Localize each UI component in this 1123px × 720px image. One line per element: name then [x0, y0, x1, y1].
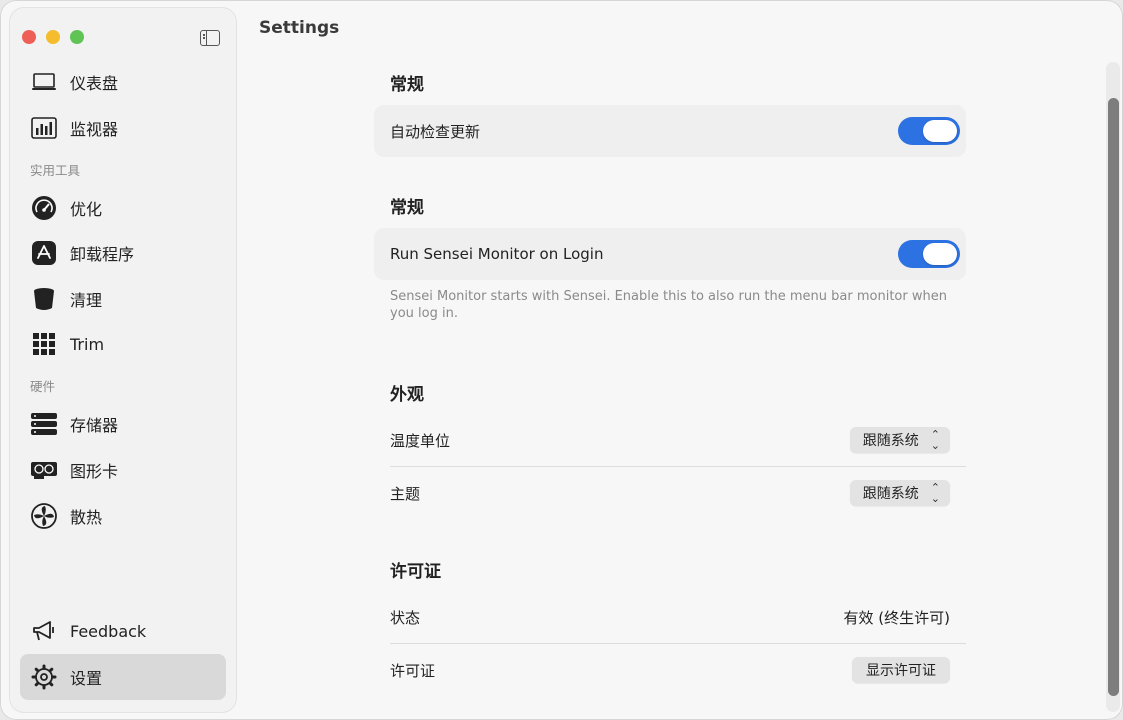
temp-unit-label: 温度单位 [390, 431, 451, 450]
temp-unit-value: 跟随系统 [862, 433, 919, 449]
megaphone-icon [30, 617, 58, 645]
sidebar-item-label: 卸载程序 [70, 245, 135, 264]
sidebar-item-storage[interactable]: 存储器 [20, 401, 226, 447]
group-title-general-2: 常规 [390, 198, 424, 218]
gear-icon [30, 663, 58, 691]
fan-icon [30, 502, 58, 530]
run-on-login-row: Run Sensei Monitor on Login [390, 228, 966, 280]
sidebar-item-dashboard[interactable]: 仪表盘 [20, 59, 226, 105]
theme-select[interactable]: 跟随系统 ⌃ ⌄ [849, 480, 950, 506]
zoom-button[interactable] [70, 30, 84, 44]
minimize-button[interactable] [46, 30, 60, 44]
close-button[interactable] [22, 30, 36, 44]
section-label-hardware: 硬件 [30, 379, 56, 394]
bin-icon [30, 285, 58, 313]
sidebar-item-label: 图形卡 [70, 462, 119, 481]
license-status-label: 状态 [390, 608, 421, 627]
sidebar-item-trim[interactable]: Trim [20, 321, 226, 367]
updown-chevron-icon: ⌃ ⌄ [930, 428, 940, 452]
license-label: 许可证 [390, 661, 436, 680]
temp-unit-row: 温度单位 跟随系统 ⌃ ⌄ [390, 414, 966, 466]
sidebar-item-clean[interactable]: 清理 [20, 276, 226, 322]
gpu-icon [30, 456, 58, 484]
group-title-license: 许可证 [390, 562, 441, 582]
section-label-tools: 实用工具 [30, 163, 81, 178]
group-title-appearance: 外观 [390, 385, 424, 405]
sidebar-item-monitor[interactable]: 监视器 [20, 105, 226, 151]
sidebar-item-label: 设置 [70, 669, 103, 688]
updown-chevron-icon: ⌃ ⌄ [930, 481, 940, 505]
sidebar: 仪表盘 监视器 实用工具 优化 卸载程序 清理 Trim 硬件 存储器 图形卡 … [10, 8, 236, 712]
storage-icon [30, 410, 58, 438]
license-status-row: 状态 有效 (终生许可) [390, 591, 966, 643]
temp-unit-select[interactable]: 跟随系统 ⌃ ⌄ [849, 427, 950, 453]
laptop-icon [30, 68, 58, 96]
sidebar-item-label: Feedback [70, 621, 147, 641]
theme-label: 主题 [390, 484, 421, 503]
app-store-icon [30, 239, 58, 267]
sidebar-item-label: 仪表盘 [70, 74, 119, 93]
sidebar-toggle-icon[interactable] [200, 30, 220, 46]
sidebar-item-settings[interactable]: 设置 [20, 654, 226, 700]
grid-icon [30, 330, 58, 358]
sidebar-item-uninstaller[interactable]: 卸载程序 [20, 230, 226, 276]
sidebar-item-label: 监视器 [70, 120, 119, 139]
sidebar-item-label: 存储器 [70, 416, 119, 435]
sidebar-item-feedback[interactable]: Feedback [20, 608, 226, 654]
run-on-login-label: Run Sensei Monitor on Login [390, 245, 604, 263]
run-on-login-description: Sensei Monitor starts with Sensei. Enabl… [390, 289, 947, 321]
license-status-value: 有效 (终生许可) [843, 608, 950, 627]
chart-icon [30, 114, 58, 142]
license-row: 许可证 显示许可证 [390, 644, 966, 696]
sidebar-item-label: 散热 [70, 508, 103, 527]
theme-value: 跟随系统 [862, 486, 919, 502]
sidebar-item-label: Trim [70, 334, 105, 354]
sidebar-item-label: 清理 [70, 291, 103, 310]
sidebar-item-label: 优化 [70, 200, 103, 219]
gauge-icon [30, 194, 58, 222]
page-title: Settings [259, 18, 340, 38]
window-controls [22, 30, 84, 44]
group-title-general: 常规 [390, 75, 424, 95]
sidebar-item-cooling[interactable]: 散热 [20, 493, 226, 539]
sidebar-item-gpu[interactable]: 图形卡 [20, 447, 226, 493]
show-license-button[interactable]: 显示许可证 [852, 657, 950, 683]
scrollbar-thumb[interactable] [1108, 98, 1119, 696]
theme-row: 主题 跟随系统 ⌃ ⌄ [390, 467, 966, 519]
run-on-login-toggle[interactable] [898, 240, 960, 268]
settings-window: 仪表盘 监视器 实用工具 优化 卸载程序 清理 Trim 硬件 存储器 图形卡 … [0, 0, 1123, 720]
auto-update-label: 自动检查更新 [390, 122, 481, 141]
sidebar-item-optimize[interactable]: 优化 [20, 185, 226, 231]
auto-update-toggle[interactable] [898, 117, 960, 145]
auto-update-row: 自动检查更新 [390, 105, 966, 157]
